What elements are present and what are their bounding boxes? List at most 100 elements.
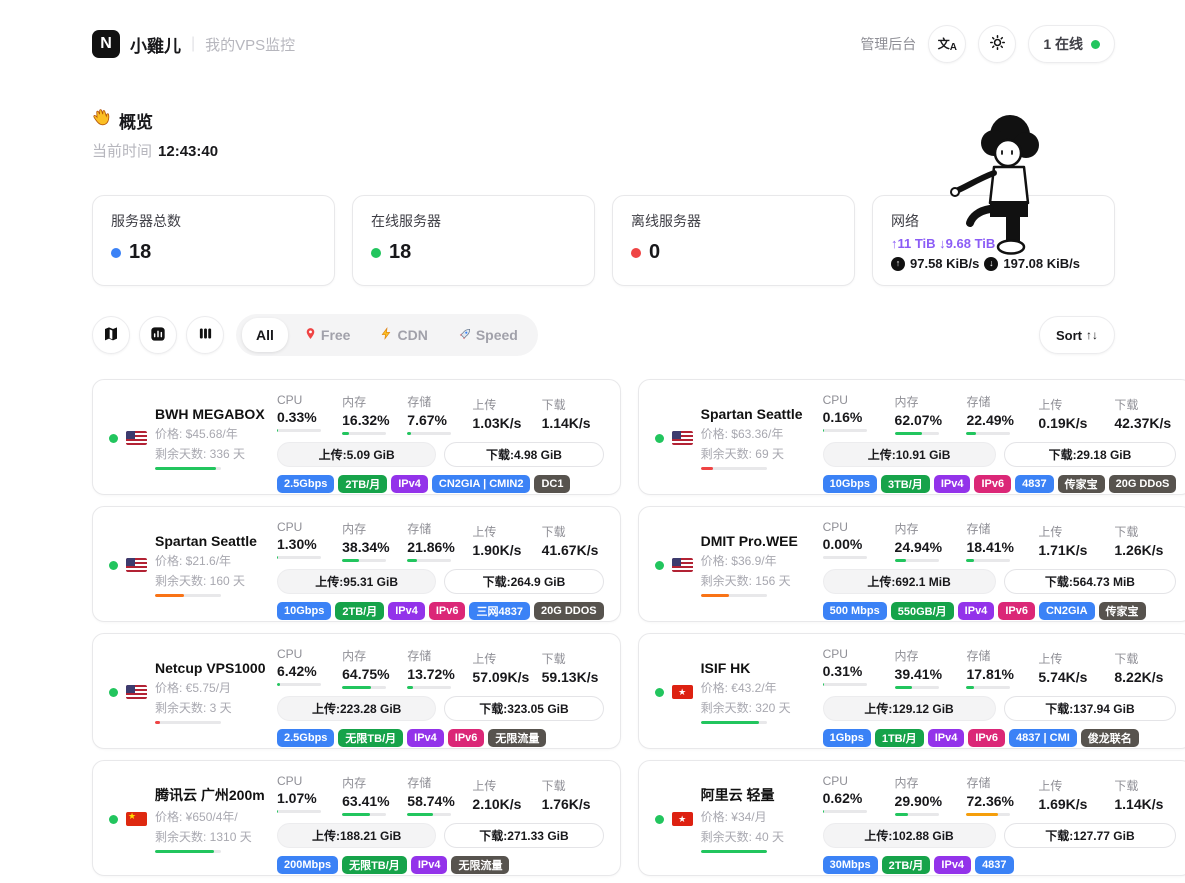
days-left-bar: [701, 721, 767, 724]
stat-card-total[interactable]: 服务器总数 18: [92, 195, 335, 286]
disk-label: 存储: [407, 774, 465, 791]
map-view-button[interactable]: [92, 316, 130, 354]
memory-value: 62.07%: [895, 412, 953, 428]
memory-label: 内存: [895, 520, 953, 537]
page-title: 概览: [119, 108, 153, 133]
disk-value: 13.72%: [407, 666, 465, 682]
server-price: 价格: $45.68/年: [155, 425, 265, 442]
disk-stat: 存储 7.67%: [407, 393, 465, 435]
download-total-button[interactable]: 下载:323.05 GiB: [444, 696, 603, 721]
download-speed-stat: 下载 1.26K/s: [1114, 520, 1176, 562]
server-price: 价格: $21.6/年: [155, 552, 257, 569]
cpu-bar: [277, 556, 321, 559]
cpu-bar: [823, 429, 867, 432]
upload-total-button[interactable]: 上传:10.91 GiB: [823, 442, 996, 467]
upload-total-button[interactable]: 上传:223.28 GiB: [277, 696, 436, 721]
download-total-button[interactable]: 下载:264.9 GiB: [444, 569, 603, 594]
disk-bar: [966, 559, 1010, 562]
upload-total-button[interactable]: 上传:5.09 GiB: [277, 442, 436, 467]
upload-total-button[interactable]: 上传:692.1 MiB: [823, 569, 996, 594]
view-switcher: [92, 316, 224, 354]
theme-button[interactable]: [978, 25, 1016, 63]
cpu-label: CPU: [277, 520, 335, 534]
download-total-button[interactable]: 下载:127.77 GiB: [1004, 823, 1177, 848]
server-card[interactable]: Spartan Seattle 价格: $21.6/年 剩余天数: 160 天 …: [92, 506, 621, 622]
admin-link[interactable]: 管理后台: [860, 34, 916, 54]
server-status-dot: [109, 434, 118, 443]
server-tag: 1TB/月: [875, 729, 924, 747]
disk-stat: 存储 13.72%: [407, 647, 465, 689]
upload-speed-value: 5.74K/s: [1038, 669, 1100, 685]
column-view-button[interactable]: [186, 316, 224, 354]
server-card[interactable]: Spartan Seattle 价格: $63.36/年 剩余天数: 69 天 …: [638, 379, 1185, 495]
stat-card-network[interactable]: 网络 ↑11 TiB ↓9.68 TiB ↑97.58 KiB/s ↓197.0…: [872, 195, 1115, 286]
memory-bar: [895, 432, 939, 435]
upload-speed-value: 1.90K/s: [472, 542, 534, 558]
stats-view-button[interactable]: [139, 316, 177, 354]
server-metrics: CPU 0.00% 内存 24.94% 存储 18.41% 上传 1.71K/s: [823, 520, 1177, 610]
server-name: DMIT Pro.WEE: [701, 533, 798, 549]
up-arrow-icon: ↑: [891, 257, 905, 271]
server-card[interactable]: ISIF HK 价格: €43.2/年 剩余天数: 320 天 CPU 0.31…: [638, 633, 1185, 749]
download-total-button[interactable]: 下载:564.73 MiB: [1004, 569, 1177, 594]
stat-card-offline[interactable]: 离线服务器 0: [612, 195, 855, 286]
tab-all[interactable]: All: [242, 318, 288, 352]
server-tags: 2.5Gbps2TB/月IPv4CN2GIA | CMIN2DC1: [277, 475, 604, 493]
download-total-button[interactable]: 下载:29.18 GiB: [1004, 442, 1177, 467]
upload-total-button[interactable]: 上传:188.21 GiB: [277, 823, 436, 848]
download-speed-label: 下载: [542, 396, 604, 413]
upload-speed-value: 1.03K/s: [472, 415, 534, 431]
days-left-bar: [155, 467, 221, 470]
stat-card-online[interactable]: 在线服务器 18: [352, 195, 595, 286]
sort-label: Sort: [1056, 328, 1082, 343]
days-left-bar: [155, 721, 221, 724]
download-total-button[interactable]: 下载:137.94 GiB: [1004, 696, 1177, 721]
server-card[interactable]: Netcup VPS1000 价格: €5.75/月 剩余天数: 3 天 CPU…: [92, 633, 621, 749]
server-metrics: CPU 0.62% 内存 29.90% 存储 72.36% 上传 1.69K/s: [823, 774, 1177, 864]
server-status-dot: [109, 561, 118, 570]
download-total-button[interactable]: 下载:4.98 GiB: [444, 442, 603, 467]
stats-row: 服务器总数 18 在线服务器 18 离线服务器 0 网络 ↑11 TiB ↓9.…: [92, 195, 1115, 286]
upload-total-button[interactable]: 上传:129.12 GiB: [823, 696, 996, 721]
download-speed-stat: 下载 1.14K/s: [1114, 774, 1176, 816]
online-visitors-badge[interactable]: 1 在线: [1028, 25, 1115, 63]
cpu-value: 1.30%: [277, 536, 335, 552]
server-tag: IPv4: [407, 729, 444, 747]
cpu-value: 1.07%: [277, 790, 335, 806]
upload-speed-value: 2.10K/s: [472, 796, 534, 812]
server-card[interactable]: BWH MEGABOX 价格: $45.68/年 剩余天数: 336 天 CPU…: [92, 379, 621, 495]
language-button[interactable]: 文A: [928, 25, 966, 63]
tab-free[interactable]: Free: [290, 319, 365, 351]
server-tag: 3TB/月: [881, 475, 930, 493]
server-tag: IPv4: [934, 475, 971, 493]
server-card[interactable]: 腾讯云 广州200m 价格: ¥650/4年/ 剩余天数: 1310 天 CPU…: [92, 760, 621, 876]
server-tag: 10Gbps: [277, 602, 331, 620]
cpu-value: 0.16%: [823, 409, 881, 425]
server-tag: 俊龙联名: [1081, 729, 1139, 747]
tab-cdn[interactable]: CDN: [366, 319, 441, 351]
server-tag: 2TB/月: [335, 602, 384, 620]
upload-speed-label: 上传: [1038, 523, 1100, 540]
upload-speed-label: 上传: [472, 777, 534, 794]
server-name: Netcup VPS1000: [155, 660, 266, 676]
upload-total-button[interactable]: 上传:95.31 GiB: [277, 569, 436, 594]
brand-divider: |: [191, 35, 195, 53]
sun-icon: [989, 34, 1006, 54]
tab-speed[interactable]: Speed: [444, 319, 532, 351]
cpu-value: 0.31%: [823, 663, 881, 679]
memory-stat: 内存 38.34%: [342, 520, 400, 562]
flag-icon: [672, 685, 693, 699]
site-logo[interactable]: N: [92, 30, 120, 58]
memory-label: 内存: [342, 393, 400, 410]
brand: N 小雞儿 | 我的VPS监控: [92, 30, 295, 58]
download-speed-stat: 下载 1.76K/s: [542, 774, 604, 816]
upload-total-button[interactable]: 上传:102.88 GiB: [823, 823, 996, 848]
download-speed-value: 1.26K/s: [1114, 542, 1176, 558]
server-card[interactable]: DMIT Pro.WEE 价格: $36.9/年 剩余天数: 156 天 CPU…: [638, 506, 1185, 622]
download-total-button[interactable]: 下载:271.33 GiB: [444, 823, 603, 848]
disk-value: 18.41%: [966, 539, 1024, 555]
sort-button[interactable]: Sort ↑↓: [1039, 316, 1115, 354]
download-speed-stat: 下载 1.14K/s: [542, 393, 604, 435]
server-days-left: 剩余天数: 40 天: [701, 828, 784, 845]
server-card[interactable]: 阿里云 轻量 价格: ¥34/月 剩余天数: 40 天 CPU 0.62% 内存…: [638, 760, 1185, 876]
